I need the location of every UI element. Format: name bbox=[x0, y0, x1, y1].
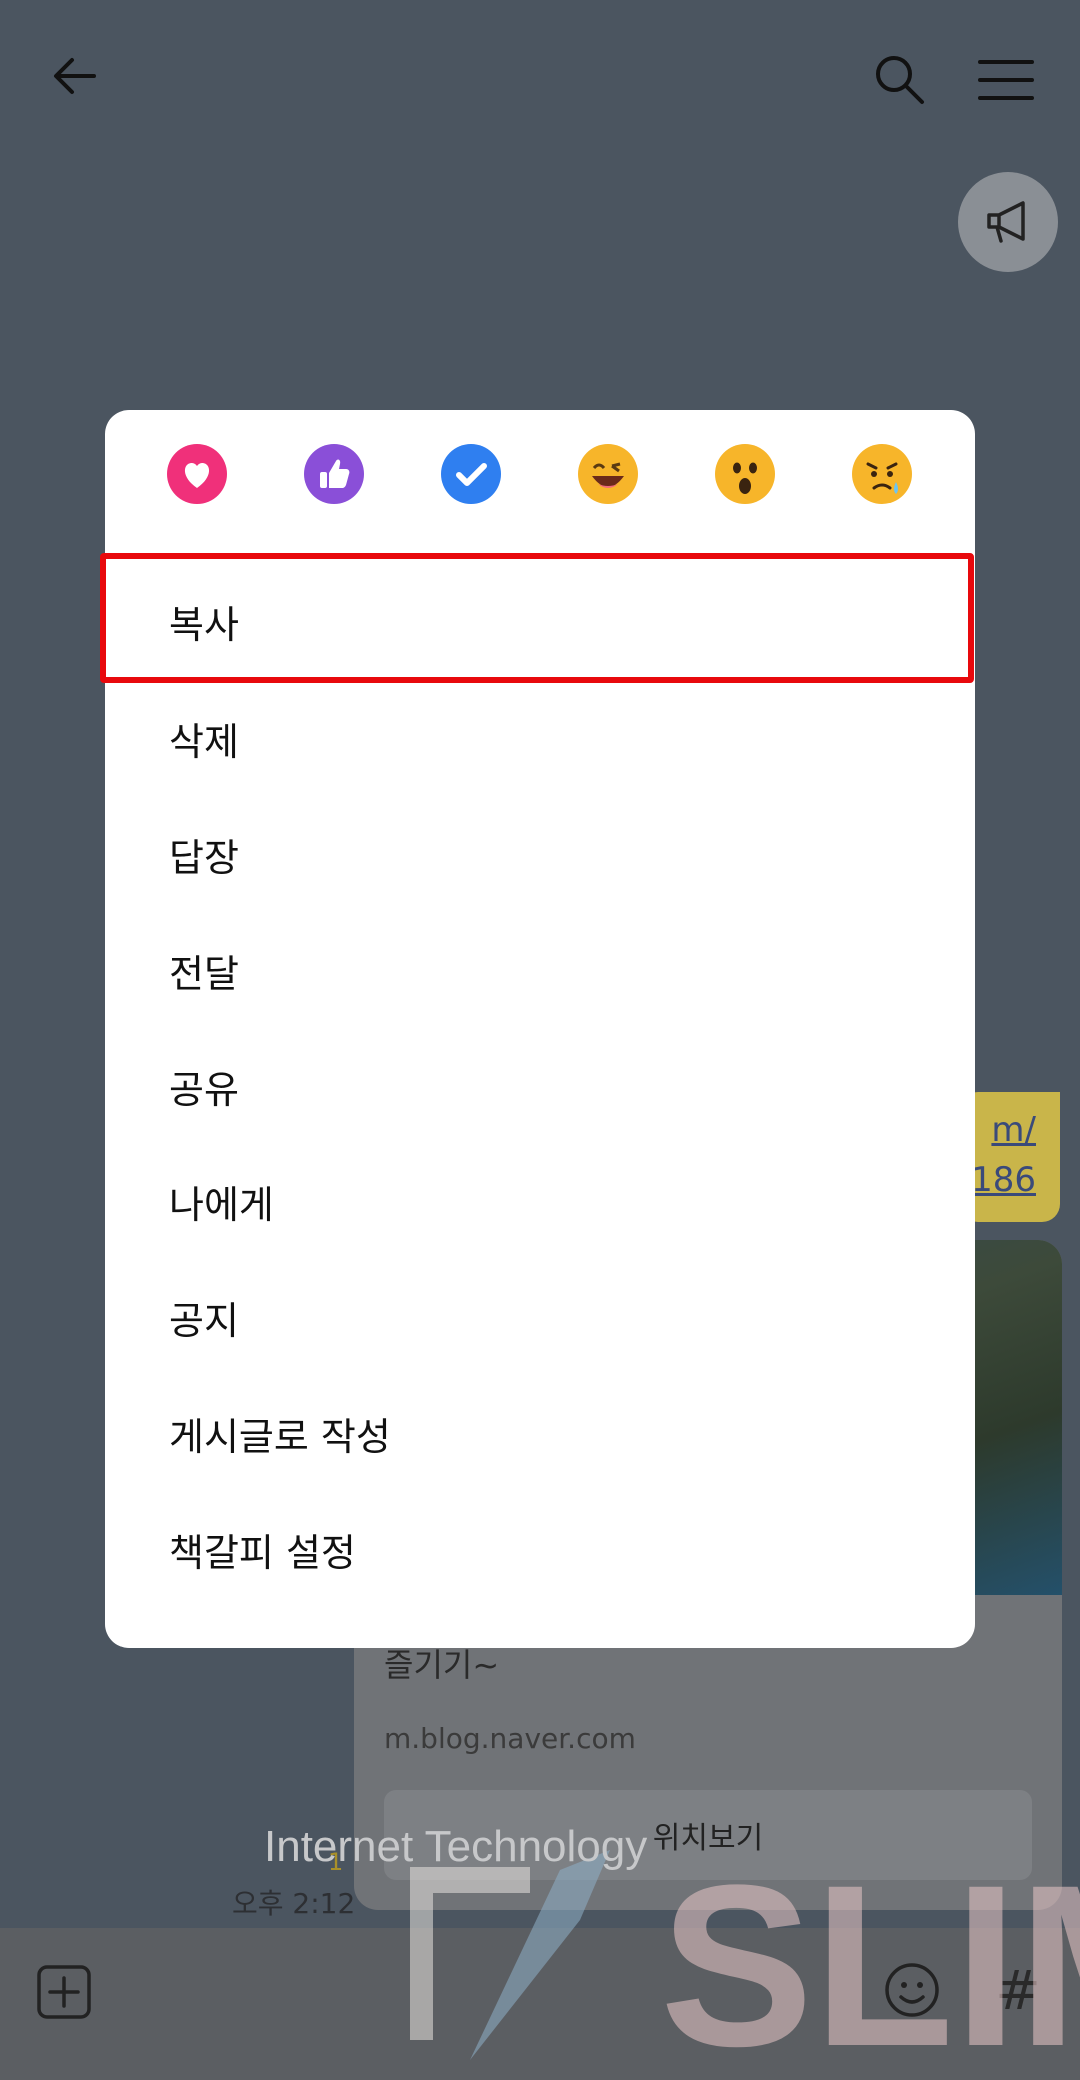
link-preview-domain: m.blog.naver.com bbox=[384, 1722, 636, 1755]
reaction-heart[interactable] bbox=[167, 444, 227, 504]
search-button[interactable] bbox=[864, 44, 936, 116]
plus-square-icon bbox=[37, 1965, 91, 2019]
menu-item-write-post[interactable]: 게시글로 작성 bbox=[105, 1375, 975, 1491]
message-link-line[interactable]: 186 bbox=[971, 1160, 1036, 1200]
megaphone-icon bbox=[987, 201, 1025, 243]
menu-item-share[interactable]: 공유 bbox=[105, 1028, 975, 1144]
menu-item-delete[interactable]: 삭제 bbox=[105, 680, 975, 796]
watermark-text: Internet Technology bbox=[264, 1822, 648, 1871]
menu-item-forward[interactable]: 전달 bbox=[105, 912, 975, 1028]
reaction-bar bbox=[105, 410, 975, 550]
heart-icon bbox=[184, 462, 210, 488]
chat-header bbox=[0, 0, 1080, 150]
hamburger-menu-icon bbox=[978, 60, 1034, 100]
sad-face-icon bbox=[866, 462, 898, 494]
menu-item-notice[interactable]: 공지 bbox=[105, 1259, 975, 1375]
reaction-surprised[interactable] bbox=[715, 444, 775, 504]
menu-button[interactable] bbox=[968, 44, 1044, 116]
highlight-box bbox=[100, 553, 974, 683]
check-icon bbox=[456, 463, 487, 486]
thumbs-up-icon bbox=[320, 459, 350, 488]
laughing-face-icon bbox=[592, 462, 624, 488]
surprised-face-icon bbox=[733, 462, 757, 494]
reaction-thumbs-up[interactable] bbox=[304, 444, 364, 504]
menu-item-bookmark[interactable]: 책갈피 설정 bbox=[105, 1491, 975, 1607]
reaction-laughing[interactable] bbox=[578, 444, 638, 504]
back-button[interactable] bbox=[40, 40, 112, 112]
attach-button[interactable] bbox=[34, 1962, 94, 2022]
arrow-left-icon bbox=[54, 58, 96, 94]
message-link-line[interactable]: m/ bbox=[991, 1110, 1036, 1150]
message-time: 오후 2:12 bbox=[232, 1887, 356, 1920]
search-icon bbox=[876, 56, 924, 104]
menu-item-reply[interactable]: 답장 bbox=[105, 796, 975, 912]
announcement-button[interactable] bbox=[958, 172, 1058, 272]
reaction-sad[interactable] bbox=[852, 444, 912, 504]
svg-text:SLIM: SLIM bbox=[660, 1837, 1080, 2080]
reaction-check[interactable] bbox=[441, 444, 501, 504]
menu-item-to-me[interactable]: 나에게 bbox=[105, 1143, 975, 1259]
